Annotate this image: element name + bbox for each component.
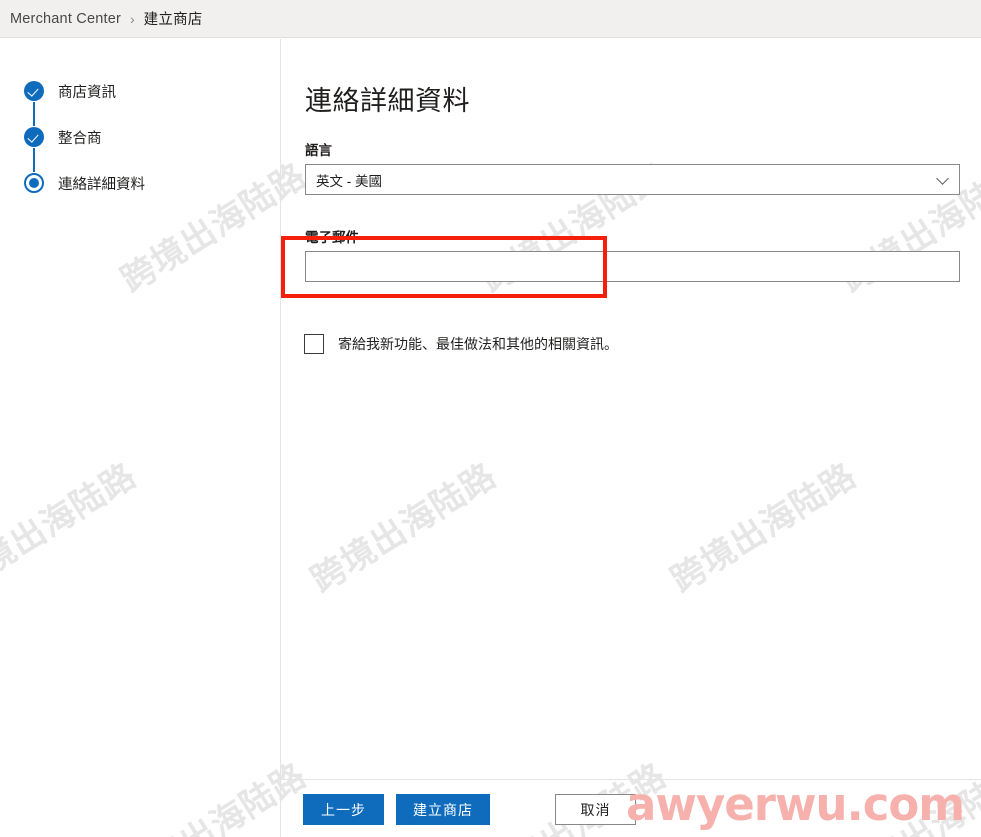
sidebar-item-label: 整合商 (58, 130, 102, 147)
main-content: 連絡詳細資料 語言 英文 - 美國 電子郵件 (282, 39, 981, 837)
email-field-label: 電子郵件 (305, 230, 359, 245)
step-connector-1 (33, 102, 35, 126)
email-field-group: 電子郵件 (305, 226, 960, 282)
step-connector-2 (33, 148, 35, 172)
sidebar-item-contact-details[interactable]: 連絡詳細資料 (24, 172, 254, 194)
wizard-sidebar: 商店資訊 整合商 連絡詳細資料 (0, 39, 281, 837)
app-header: Merchant Center › 建立商店 (0, 0, 981, 38)
email-input[interactable] (305, 251, 960, 282)
breadcrumb-item-merchant-center[interactable]: Merchant Center (10, 11, 121, 27)
sidebar-item-store-info[interactable]: 商店資訊 (24, 80, 254, 102)
sidebar-item-integrator[interactable]: 整合商 (24, 126, 254, 148)
back-button[interactable]: 上一步 (303, 794, 384, 825)
wizard-steps: 商店資訊 整合商 連絡詳細資料 (24, 80, 254, 194)
chevron-down-icon[interactable] (936, 171, 949, 185)
page-title: 連絡詳細資料 (305, 86, 470, 116)
language-field-group: 語言 英文 - 美國 (305, 139, 960, 195)
sidebar-item-label: 連絡詳細資料 (58, 176, 145, 193)
newsletter-checkbox-row[interactable]: 寄給我新功能、最佳做法和其他的相關資訊。 (304, 334, 618, 354)
create-store-button[interactable]: 建立商店 (396, 794, 490, 825)
merchant-center-create-store-page: 跨境出海陆路 跨境出海陆路 跨境出海陆路 跨境出海陆路 跨境出海陆路 跨境出海陆路 跨境出海… (0, 0, 981, 837)
breadcrumb-item-create-store[interactable]: 建立商店 (144, 8, 203, 29)
brand-logo-watermark: awyerwu.com (626, 778, 965, 831)
newsletter-checkbox-label: 寄給我新功能、最佳做法和其他的相關資訊。 (338, 336, 618, 352)
newsletter-checkbox[interactable] (304, 334, 324, 354)
language-field-label: 語言 (305, 143, 332, 158)
radio-selected-icon (24, 173, 44, 193)
check-circle-icon (24, 81, 44, 101)
language-select[interactable]: 英文 - 美國 (305, 164, 960, 195)
language-select-value: 英文 - 美國 (316, 173, 382, 189)
check-circle-icon (24, 127, 44, 147)
breadcrumb-separator-icon: › (130, 10, 135, 27)
sidebar-item-label: 商店資訊 (58, 84, 116, 101)
cancel-button[interactable]: 取消 (555, 794, 636, 825)
